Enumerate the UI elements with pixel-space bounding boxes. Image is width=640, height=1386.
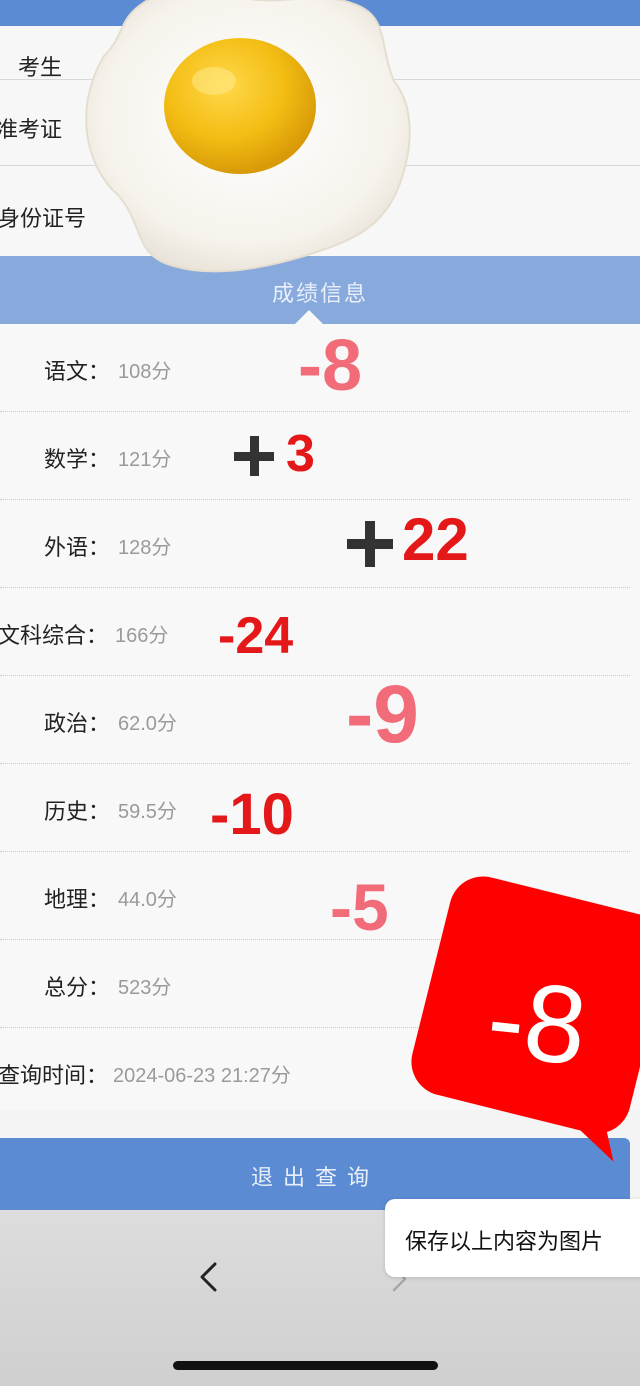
score-label: 数学： — [44, 448, 111, 473]
score-value: 523分 — [118, 977, 172, 999]
plus-icon — [347, 521, 393, 567]
score-label: 查询时间： — [0, 1064, 109, 1089]
score-value: 2024-06-23 21:27分 — [113, 1065, 291, 1087]
header-caret — [295, 310, 323, 324]
exit-query-label: 退出查询 — [250, 1166, 379, 1191]
save-as-image-label: 保存以上内容为图片 — [405, 1230, 604, 1255]
info-label-name: 考生 — [18, 56, 63, 81]
delta-history: -10 — [210, 782, 294, 847]
save-as-image-tooltip[interactable]: 保存以上内容为图片 — [385, 1199, 640, 1277]
score-row-math: 数学： 121分 — [0, 412, 630, 500]
score-row-liberal-arts: 文科综合： 166分 — [0, 588, 630, 676]
score-row-foreign-language: 外语： 128分 — [0, 500, 630, 588]
plus-icon — [234, 436, 274, 476]
score-label: 语文： — [44, 360, 111, 385]
score-value: 108分 — [118, 361, 172, 383]
score-label: 总分： — [44, 976, 111, 1001]
delta-chinese: -8 — [298, 326, 363, 406]
score-value: 128分 — [118, 537, 172, 559]
delta-liberal-arts: -24 — [218, 607, 294, 665]
score-value: 166分 — [115, 625, 169, 647]
score-label: 政治： — [44, 712, 111, 737]
score-value: 44.0分 — [118, 889, 177, 911]
fried-egg-sticker — [85, 0, 411, 273]
home-indicator[interactable] — [173, 1361, 438, 1370]
delta-math: 3 — [286, 425, 315, 483]
delta-geography: -5 — [330, 870, 389, 944]
score-value: 59.5分 — [118, 801, 177, 823]
score-value: 62.0分 — [118, 713, 177, 735]
info-label-admission-number: 准考证 — [0, 118, 63, 143]
delta-politics: -9 — [346, 669, 419, 760]
score-section-title: 成绩信息 — [271, 282, 368, 307]
score-row-history: 历史： 59.5分 — [0, 764, 630, 852]
plus-bar — [249, 436, 259, 476]
badge-text: -8 — [481, 956, 593, 1089]
score-label: 地理： — [44, 888, 111, 913]
plus-bar — [365, 521, 375, 567]
score-label: 历史： — [44, 800, 111, 825]
score-row-politics: 政治： 62.0分 — [0, 676, 630, 764]
score-label: 外语： — [44, 536, 111, 561]
score-value: 121分 — [118, 449, 172, 471]
delta-foreign: 22 — [402, 506, 469, 573]
score-label: 文科综合： — [0, 624, 109, 649]
back-chevron-icon[interactable] — [197, 1262, 221, 1292]
